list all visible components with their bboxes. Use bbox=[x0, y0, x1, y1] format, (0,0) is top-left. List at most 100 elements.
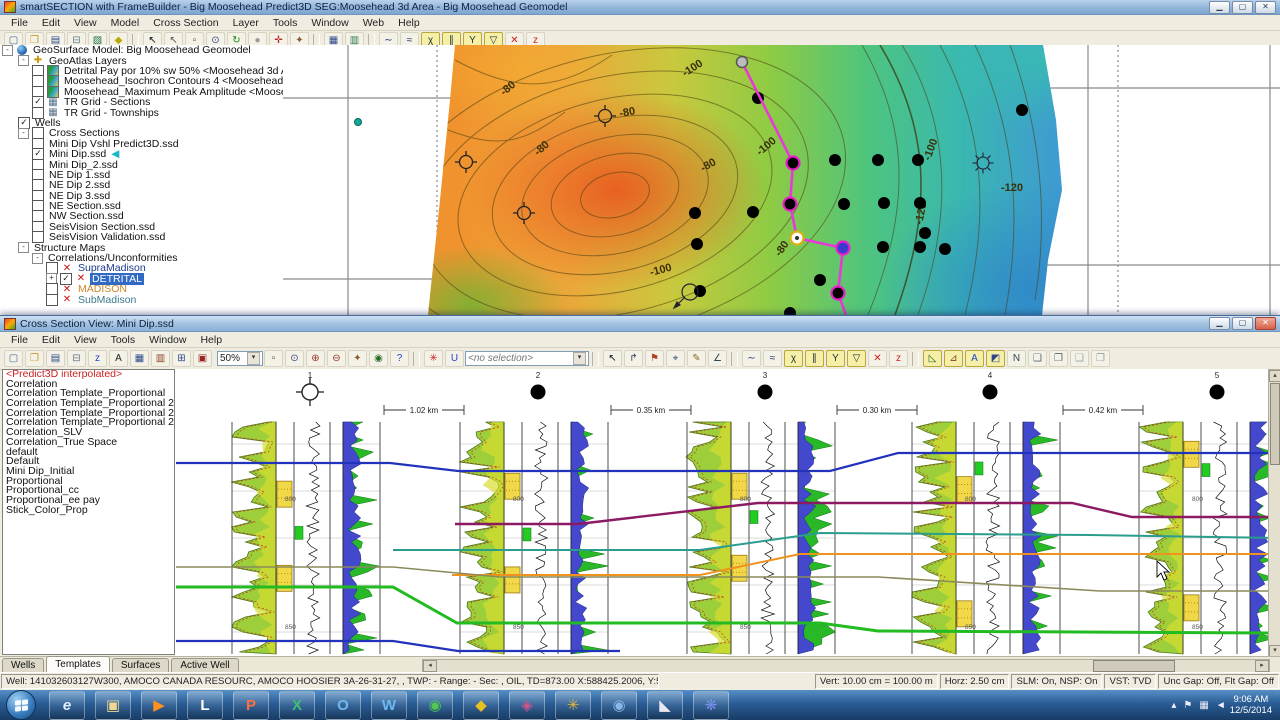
windows-explorer-icon[interactable]: ▣ bbox=[95, 690, 131, 720]
template-item-stick-color-prop[interactable]: Stick_Color_Prop bbox=[3, 505, 174, 516]
world-icon[interactable]: ◉ bbox=[369, 350, 388, 367]
hscroll-thumb[interactable] bbox=[1093, 660, 1175, 672]
cross-section-plot[interactable]: 1 2 3 4 51.02 km 0.35 km 0.30 km 0.42 km8008508… bbox=[175, 369, 1280, 656]
cross-title-bar[interactable]: Cross Section View: Mini Dip.ssd ▁ ▢ ✕ bbox=[0, 316, 1280, 332]
angle-icon[interactable]: ∠ bbox=[708, 350, 727, 367]
taskbar-clock[interactable]: 9:06 AM 12/5/2014 bbox=[1230, 694, 1272, 716]
tree-checkbox[interactable] bbox=[46, 293, 58, 306]
minimize-button[interactable]: ▁ bbox=[1209, 0, 1230, 14]
hatch-icon[interactable]: ∥ bbox=[805, 350, 824, 367]
well-dot[interactable] bbox=[919, 227, 931, 239]
tab-wells[interactable]: Wells bbox=[2, 658, 45, 673]
powerpoint-icon[interactable]: P bbox=[233, 690, 269, 720]
scroll-up-arrow[interactable]: ▴ bbox=[1269, 370, 1280, 382]
selection-combo[interactable]: <no selection> ▾ bbox=[465, 351, 589, 366]
new-icon[interactable]: ▢ bbox=[4, 350, 23, 367]
tree-expander[interactable]: - bbox=[18, 127, 29, 139]
print-icon[interactable]: ⊟ bbox=[67, 350, 86, 367]
geomodel-cube-icon[interactable]: ◆ bbox=[463, 690, 499, 720]
cross-minimize-button[interactable]: ▁ bbox=[1209, 317, 1230, 330]
north-icon[interactable]: N bbox=[1007, 350, 1026, 367]
well-dot[interactable] bbox=[877, 241, 889, 253]
globe-shield-icon[interactable]: ◉ bbox=[601, 690, 637, 720]
save-icon[interactable]: ▤ bbox=[46, 350, 65, 367]
section-path-well[interactable] bbox=[830, 285, 846, 301]
well-dot[interactable] bbox=[747, 206, 759, 218]
zoom-box-icon[interactable]: ▫ bbox=[264, 350, 283, 367]
main-menu-tools[interactable]: Tools bbox=[266, 16, 305, 30]
scroll-left-arrow[interactable]: ◂ bbox=[423, 660, 437, 672]
well-dot[interactable] bbox=[872, 154, 884, 166]
root-expander[interactable]: - bbox=[2, 45, 13, 56]
well-dot[interactable] bbox=[1016, 104, 1028, 116]
selection-dropdown-arrow[interactable]: ▾ bbox=[573, 352, 586, 365]
tree-expander[interactable]: - bbox=[32, 252, 43, 264]
tree-item-label[interactable]: TR Grid - Townships bbox=[62, 107, 161, 119]
well-dot[interactable] bbox=[914, 241, 926, 253]
font-icon[interactable]: A bbox=[109, 350, 128, 367]
cross-menu-help[interactable]: Help bbox=[193, 333, 229, 347]
well-dot[interactable] bbox=[912, 154, 924, 166]
paste2-icon[interactable]: ❐ bbox=[1091, 350, 1110, 367]
close-button[interactable]: ✕ bbox=[1255, 0, 1276, 14]
start-button[interactable] bbox=[6, 690, 36, 720]
cross-close-button[interactable]: ✕ bbox=[1255, 317, 1276, 330]
lync-icon[interactable]: L bbox=[187, 690, 223, 720]
plot-hscrollbar[interactable]: ◂ ▸ bbox=[422, 659, 1270, 673]
petal-flower-icon[interactable]: ❋ bbox=[693, 690, 729, 720]
section-path-well[interactable] bbox=[835, 240, 851, 256]
discovery-globe-icon[interactable]: ◉ bbox=[417, 690, 453, 720]
zoom-level-select[interactable]: 50% ▾ bbox=[217, 351, 263, 366]
pointer-icon[interactable]: ↖ bbox=[603, 350, 622, 367]
track-layout-icon[interactable]: ▦ bbox=[130, 350, 149, 367]
word-icon[interactable]: W bbox=[371, 690, 407, 720]
cross-menu-tools[interactable]: Tools bbox=[104, 333, 143, 347]
pencil-icon[interactable]: ✎ bbox=[687, 350, 706, 367]
main-menu-help[interactable]: Help bbox=[391, 16, 427, 30]
zoom-out-icon[interactable]: ⊖ bbox=[327, 350, 346, 367]
maximize-button[interactable]: ▢ bbox=[1232, 0, 1253, 14]
track-pair-icon[interactable]: ▥ bbox=[151, 350, 170, 367]
tray-expand-icon[interactable]: ▴ bbox=[1171, 700, 1176, 711]
main-menu-view[interactable]: View bbox=[67, 16, 104, 30]
main-menu-model[interactable]: Model bbox=[104, 16, 147, 30]
correlate-chi-icon[interactable]: χ bbox=[784, 350, 803, 367]
tree-expander[interactable]: - bbox=[18, 55, 29, 67]
outlook-icon[interactable]: O bbox=[325, 690, 361, 720]
main-menu-layer[interactable]: Layer bbox=[226, 16, 266, 30]
flag-icon[interactable]: ⚑ bbox=[645, 350, 664, 367]
open-icon[interactable]: ❒ bbox=[25, 350, 44, 367]
tree-expander[interactable]: - bbox=[18, 242, 29, 254]
main-menu-web[interactable]: Web bbox=[356, 16, 391, 30]
target-icon[interactable]: ⌖ bbox=[666, 350, 685, 367]
annotation-icon[interactable]: A bbox=[965, 350, 984, 367]
split-icon[interactable]: ⊞ bbox=[172, 350, 191, 367]
flatten-icon[interactable]: ≈ bbox=[763, 350, 782, 367]
section-path-well[interactable] bbox=[782, 196, 798, 212]
vscroll-thumb[interactable] bbox=[1270, 383, 1280, 465]
cross-maximize-button[interactable]: ▢ bbox=[1232, 317, 1253, 330]
tree-item-detrital[interactable]: + ✓ ✕ DETRITAL bbox=[0, 272, 283, 285]
tab-surfaces[interactable]: Surfaces bbox=[111, 658, 170, 673]
well-dot[interactable] bbox=[939, 243, 951, 255]
well-dot[interactable] bbox=[689, 207, 701, 219]
copy2-icon[interactable]: ❏ bbox=[1070, 350, 1089, 367]
z-marker-icon[interactable]: z bbox=[889, 350, 908, 367]
tab-active-well[interactable]: Active Well bbox=[171, 658, 239, 673]
tree-item-madison[interactable]: ✕ MADISON bbox=[0, 283, 283, 296]
templates-list[interactable]: <Predict3D interpolated> Correlation Corre… bbox=[2, 369, 175, 655]
asterisk-icon[interactable]: ✳ bbox=[424, 350, 443, 367]
paste-icon[interactable]: ❐ bbox=[1049, 350, 1068, 367]
tray-volume-icon[interactable]: ◄ bbox=[1216, 700, 1226, 711]
well-dot[interactable] bbox=[829, 154, 841, 166]
delete-pick-icon[interactable]: ✕ bbox=[868, 350, 887, 367]
prism-cube-icon[interactable]: ◈ bbox=[509, 690, 545, 720]
plot-vscrollbar[interactable]: ▴ ▾ bbox=[1268, 369, 1280, 658]
polygon-pick-icon[interactable]: ▽ bbox=[847, 350, 866, 367]
tab-templates[interactable]: Templates bbox=[46, 656, 110, 673]
undo-unit-icon[interactable]: U bbox=[445, 350, 464, 367]
well-dot[interactable] bbox=[914, 197, 926, 209]
help-icon[interactable]: ? bbox=[390, 350, 409, 367]
tray-flag-icon[interactable]: ⚑ bbox=[1183, 700, 1192, 711]
tray-network-icon[interactable]: ▦ bbox=[1199, 700, 1208, 711]
